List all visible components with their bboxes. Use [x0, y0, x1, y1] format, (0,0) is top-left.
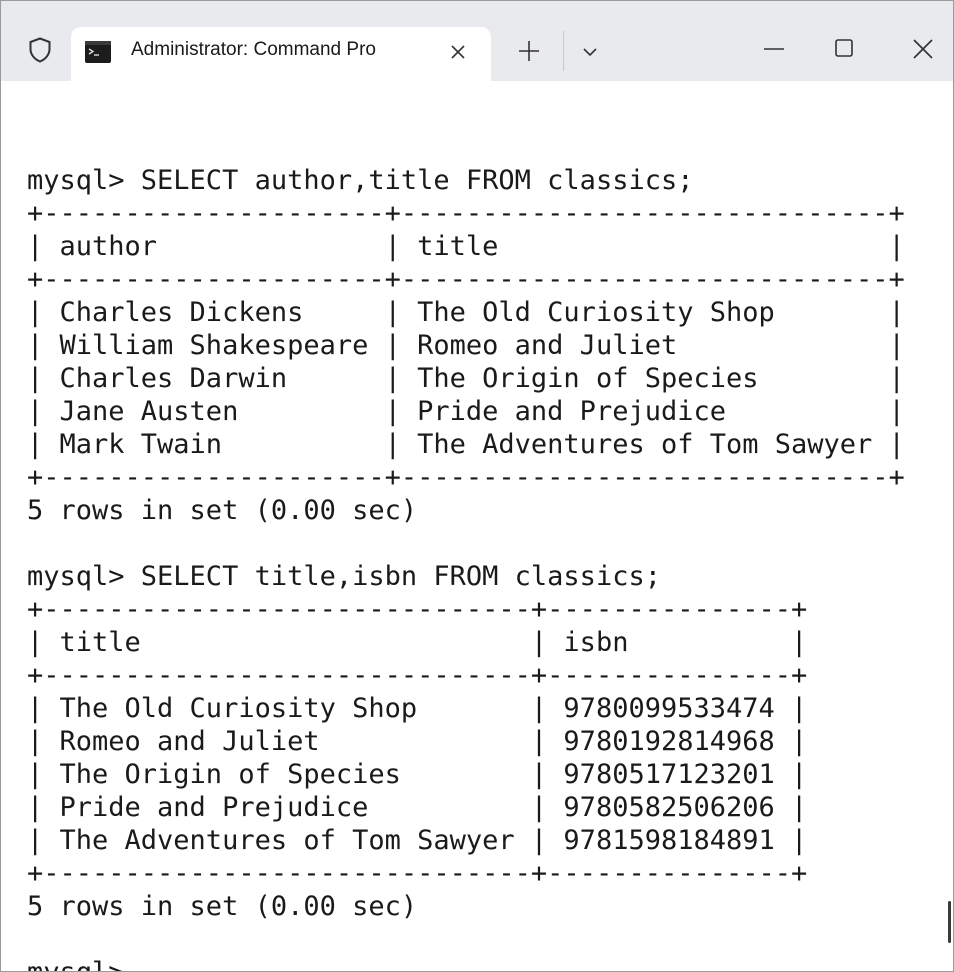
console-line: | Pride and Prejudice | 9780582506206 |: [27, 792, 808, 823]
chevron-down-icon[interactable]: [581, 43, 599, 61]
console-line: | William Shakespeare | Romeo and Juliet…: [27, 330, 905, 361]
console-line: | The Old Curiosity Shop | 9780099533474…: [27, 693, 808, 724]
console-line: +------------------------------+--------…: [27, 594, 808, 625]
console-line: | Charles Darwin | The Origin of Species…: [27, 363, 905, 394]
console-line: +---------------------+-----------------…: [27, 264, 905, 295]
console-line: | title | isbn |: [27, 627, 808, 658]
console-line: | The Origin of Species | 9780517123201 …: [27, 759, 808, 790]
terminal-window: Administrator: Command Pro mysql> SELECT…: [0, 0, 954, 972]
console-line: | Jane Austen | Pride and Prejudice |: [27, 396, 905, 427]
console-line: +---------------------+-----------------…: [27, 198, 905, 229]
console-line: mysql> SELECT title,isbn FROM classics;: [27, 561, 661, 592]
maximize-icon[interactable]: [833, 37, 855, 59]
console-output[interactable]: mysql> SELECT author,title FROM classics…: [27, 131, 905, 971]
console-line: mysql> SELECT author,title FROM classics…: [27, 165, 694, 196]
shield-icon[interactable]: [29, 37, 51, 63]
title-bar-divider: [563, 31, 564, 71]
close-icon[interactable]: [443, 37, 473, 67]
console-line: +------------------------------+--------…: [27, 660, 808, 691]
minimize-icon[interactable]: [761, 39, 787, 59]
command-prompt-icon: [85, 41, 111, 63]
title-bar: Administrator: Command Pro: [1, 1, 953, 81]
plus-icon[interactable]: [517, 39, 541, 63]
console-line: mysql>: [27, 956, 905, 971]
console-line: +---------------------+-----------------…: [27, 462, 905, 493]
scrollbar[interactable]: [948, 901, 951, 943]
console-line: | The Adventures of Tom Sawyer | 9781598…: [27, 825, 808, 856]
tab-command-prompt[interactable]: Administrator: Command Pro: [71, 27, 491, 81]
close-icon[interactable]: [909, 35, 937, 63]
console-line: 5 rows in set (0.00 sec): [27, 891, 418, 922]
console-line: | Charles Dickens | The Old Curiosity Sh…: [27, 297, 905, 328]
console-line: 5 rows in set (0.00 sec): [27, 495, 418, 526]
tab-title: Administrator: Command Pro: [131, 39, 376, 60]
console-line: | author | title |: [27, 231, 905, 262]
console-line: | Romeo and Juliet | 9780192814968 |: [27, 726, 808, 757]
console-line: +------------------------------+--------…: [27, 858, 808, 889]
console-line: | Mark Twain | The Adventures of Tom Saw…: [27, 429, 905, 460]
